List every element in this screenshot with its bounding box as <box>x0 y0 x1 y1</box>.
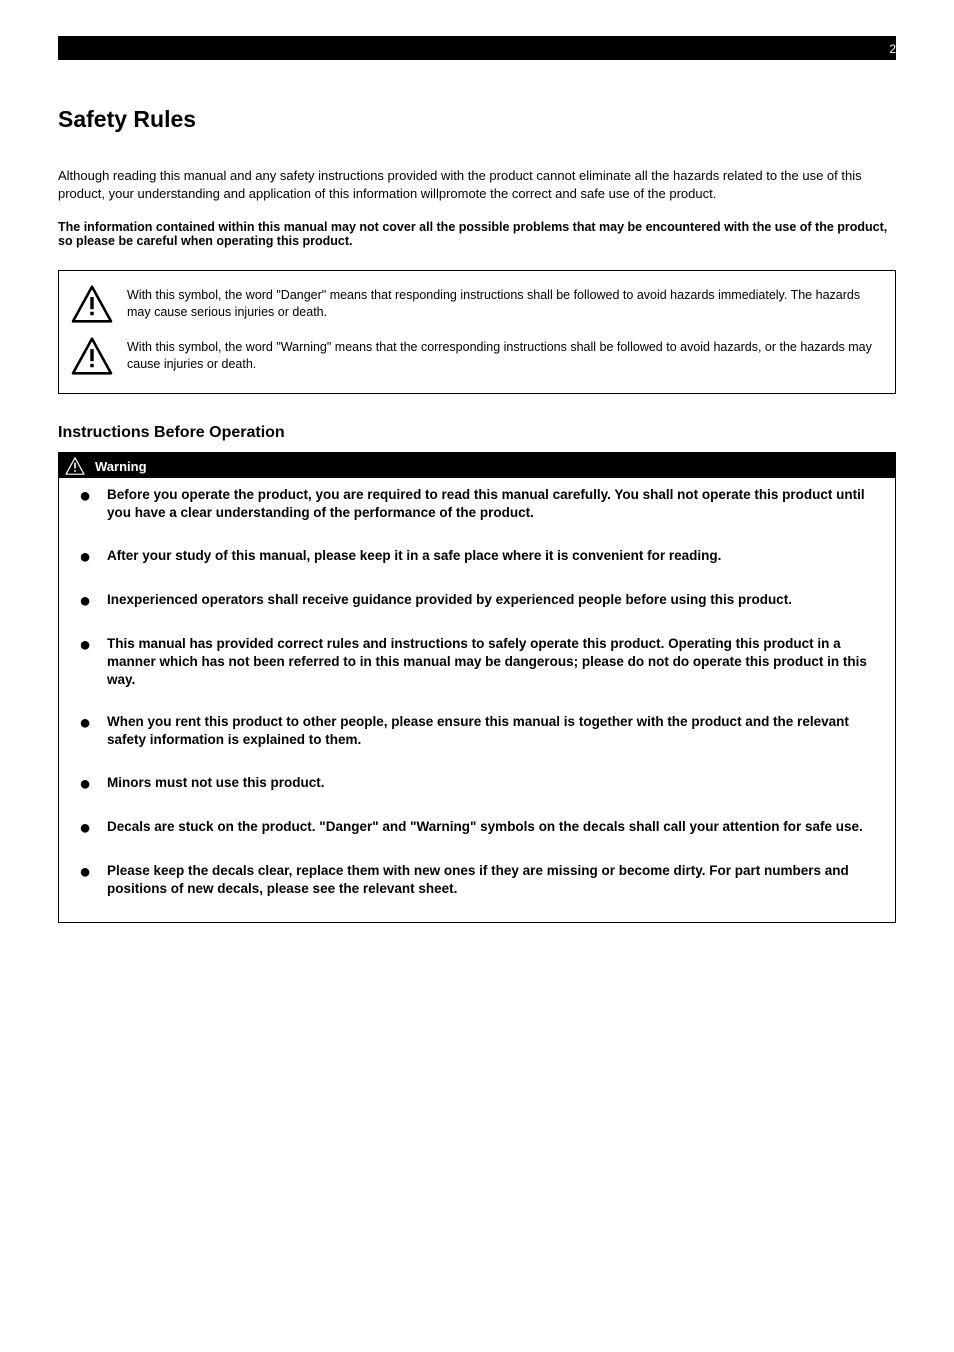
page: 2 Safety Rules Although reading this man… <box>0 0 954 1352</box>
warning-triangle-icon <box>65 457 85 475</box>
list-item: ● When you rent this product to other peo… <box>79 713 875 749</box>
bullet-icon: ● <box>79 774 93 794</box>
warning-item-text: Please keep the decals clear, replace th… <box>107 862 875 898</box>
list-item: ● Decals are stuck on the product. "Dange… <box>79 818 875 838</box>
list-item: ● This manual has provided correct rules … <box>79 635 875 690</box>
section-title: Safety Rules <box>58 106 896 133</box>
list-item: ● Please keep the decals clear, replace t… <box>79 862 875 898</box>
bullet-icon: ● <box>79 713 93 749</box>
bullet-icon: ● <box>79 591 93 611</box>
list-item: ● After your study of this manual, please… <box>79 547 875 567</box>
warning-item-text: Minors must not use this product. <box>107 774 875 794</box>
list-item: ● Inexperienced operators shall receive g… <box>79 591 875 611</box>
warnings-box: Warning ● Before you operate the product,… <box>58 452 896 923</box>
warning-triangle-icon <box>71 337 113 375</box>
page-number: 2 <box>889 42 896 56</box>
warning-item-text: Inexperienced operators shall receive gu… <box>107 591 875 611</box>
warning-triangle-icon <box>71 285 113 323</box>
bullet-icon: ● <box>79 862 93 898</box>
warning-item-text: After your study of this manual, please … <box>107 547 875 567</box>
bullet-icon: ● <box>79 486 93 522</box>
intro-paragraph: Although reading this manual and any saf… <box>58 167 896 202</box>
list-item: ● Minors must not use this product. <box>79 774 875 794</box>
warning-row: With this symbol, the word "Warning" mea… <box>71 337 875 375</box>
bullet-icon: ● <box>79 635 93 690</box>
safety-notice-box: With this symbol, the word "Danger" mean… <box>58 270 896 394</box>
warning-item-text: Decals are stuck on the product. "Danger… <box>107 818 875 838</box>
danger-row: With this symbol, the word "Danger" mean… <box>71 285 875 323</box>
warnings-list: ● Before you operate the product, you are… <box>59 478 895 922</box>
title-bar <box>58 36 896 60</box>
bullet-icon: ● <box>79 547 93 567</box>
intro-bold: The information contained within this ma… <box>58 220 896 248</box>
danger-text: With this symbol, the word "Danger" mean… <box>127 285 875 321</box>
warning-item-text: This manual has provided correct rules a… <box>107 635 875 690</box>
warning-item-text: Before you operate the product, you are … <box>107 486 875 522</box>
warning-item-text: When you rent this product to other peop… <box>107 713 875 749</box>
warning-text: With this symbol, the word "Warning" mea… <box>127 337 875 373</box>
instructions-title: Instructions Before Operation <box>58 424 896 442</box>
bullet-icon: ● <box>79 818 93 838</box>
warnings-header-label: Warning <box>95 459 147 474</box>
warnings-header: Warning <box>59 453 895 478</box>
list-item: ● Before you operate the product, you are… <box>79 486 875 522</box>
